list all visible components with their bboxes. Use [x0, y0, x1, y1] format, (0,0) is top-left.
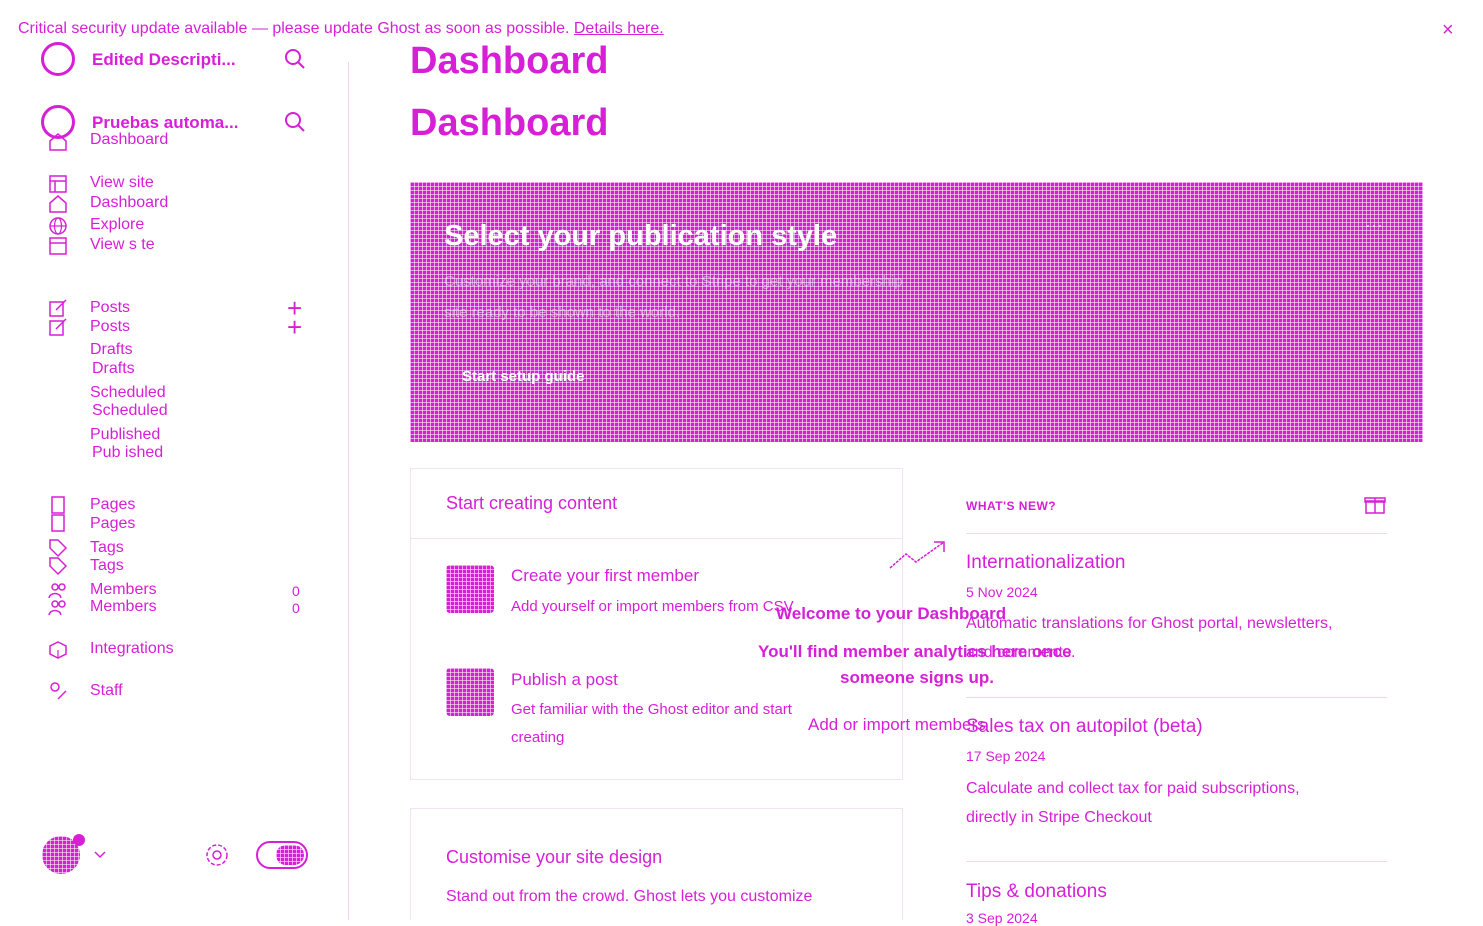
hero-title: Select your publication style: [444, 220, 838, 252]
staff-icon: [50, 682, 67, 700]
sidebar-item-posts[interactable]: Posts: [90, 299, 130, 317]
gift-icon[interactable]: [1363, 492, 1387, 516]
home-icon: [49, 195, 67, 213]
row-description-line: Get familiar with the Ghost editor and s…: [511, 701, 792, 718]
site-title[interactable]: Edited Descripti...: [92, 50, 236, 70]
more-options-icon[interactable]: ···: [1365, 215, 1383, 236]
sidebar-item-pages[interactable]: Pages: [90, 515, 135, 533]
sidebar-item-tags[interactable]: Tags: [90, 557, 124, 575]
whats-new-title[interactable]: Internationalization: [966, 552, 1126, 574]
sidebar-item-posts[interactable]: Posts: [90, 318, 130, 336]
notification-dot: [73, 834, 85, 846]
card-title: Customise your site design: [446, 847, 663, 867]
whats-new-description-line: and comments.: [966, 644, 1076, 661]
page-title: Dashboard: [410, 40, 609, 82]
whats-new-description: Automatic translations for Ghost portal,…: [966, 609, 1387, 667]
start-setup-guide-button[interactable]: Start setup guide: [444, 360, 603, 393]
row-description-line: creating: [511, 729, 565, 746]
whats-new-date: 5 Nov 2024: [966, 584, 1038, 600]
sidebar-item-tags[interactable]: Tags: [90, 539, 124, 557]
card-description: Stand out from the crowd. Ghost lets you…: [446, 888, 813, 905]
post-icon: [446, 668, 494, 716]
edit-icon: [49, 318, 67, 336]
sidebar-item-dashboard[interactable]: Dashboard: [90, 194, 168, 212]
home-icon: [49, 133, 67, 151]
whats-new-description-line: directly in Stripe Checkout: [966, 809, 1152, 826]
whats-new-description-line: Calculate and collect tax for paid subsc…: [966, 780, 1300, 797]
banner-text: Critical security update available — ple…: [18, 20, 570, 37]
dark-mode-toggle[interactable]: [256, 841, 308, 869]
whats-new-description: Calculate and collect tax for paid subsc…: [966, 774, 1387, 832]
import-members-link[interactable]: Add or import members: [808, 715, 986, 735]
tag-icon: [49, 539, 68, 558]
whats-new-title[interactable]: Tips & donations: [966, 881, 1107, 903]
sidebar-item-staff[interactable]: Staff: [90, 682, 123, 700]
sidebar-item-drafts[interactable]: Drafts: [92, 360, 135, 378]
sidebar-item-scheduled[interactable]: Scheduled: [92, 402, 168, 420]
divider: [966, 697, 1387, 698]
site-title[interactable]: Pruebas automa...: [92, 113, 238, 133]
chevron-down-icon[interactable]: [93, 850, 107, 860]
sidebar-item-drafts[interactable]: Drafts: [90, 341, 133, 359]
whats-new-title[interactable]: Sales tax on autopilot (beta): [966, 716, 1203, 738]
sidebar-item-scheduled[interactable]: Scheduled: [90, 384, 166, 402]
sidebar-item-members[interactable]: Members: [90, 598, 157, 616]
members-icon: [48, 600, 66, 616]
browser-icon: [49, 237, 67, 255]
analytics-description: someone signs up.: [840, 668, 994, 687]
members-count: 0: [292, 600, 300, 616]
divider: [966, 861, 1387, 862]
whats-new-date: 17 Sep 2024: [966, 748, 1046, 764]
create-member-link[interactable]: Create your first member: [511, 566, 699, 586]
page-icon: [51, 514, 65, 532]
edit-icon: [49, 299, 67, 317]
whats-new-heading: WHAT'S NEW?: [966, 499, 1057, 513]
publish-post-link[interactable]: Publish a post: [511, 670, 618, 690]
sidebar-item-published[interactable]: Published: [90, 426, 160, 444]
whats-new-date: 3 Sep 2024: [966, 910, 1038, 926]
sidebar-item-published[interactable]: Pub ished: [92, 444, 163, 462]
member-icon: [446, 565, 494, 613]
add-post-icon[interactable]: +: [287, 314, 302, 340]
search-icon[interactable]: [284, 48, 306, 70]
row-description: Get familiar with the Ghost editor and s…: [511, 696, 841, 752]
page-icon: [51, 496, 65, 514]
sidebar-item-view-site[interactable]: View s te: [90, 236, 155, 254]
toggle-knob: [276, 845, 304, 865]
site-icon[interactable]: [41, 42, 75, 76]
sidebar-item-view-site[interactable]: View site: [90, 174, 154, 192]
whats-new-description-line: Automatic translations for Ghost portal,…: [966, 615, 1333, 632]
hero-description-line: site ready to be shown to the world.: [444, 304, 680, 321]
browser-icon: [49, 175, 67, 193]
sidebar-item-integrations[interactable]: Integrations: [90, 640, 174, 658]
page-title: Dashboard: [410, 102, 609, 144]
hero-description: Customize your brand, and connect to Str…: [444, 266, 1044, 328]
divider: [410, 538, 903, 539]
sidebar-item-members[interactable]: Members: [90, 581, 157, 599]
gear-icon[interactable]: [204, 842, 230, 868]
search-icon[interactable]: [284, 111, 306, 133]
members-count: 0: [292, 583, 300, 599]
hero-description-line: Customize your brand, and connect to Str…: [444, 273, 903, 290]
tag-icon: [49, 557, 68, 576]
security-banner: Critical security update available — ple…: [18, 20, 664, 38]
trend-chart-icon: [889, 541, 945, 569]
sidebar-item-explore[interactable]: Explore: [90, 216, 144, 234]
row-description: Add yourself or import members from CSV: [511, 598, 794, 615]
globe-icon: [1165, 555, 1183, 573]
sidebar-item-pages[interactable]: Pages: [90, 496, 135, 514]
sidebar-item-dashboard[interactable]: Dashboard: [90, 131, 168, 149]
sidebar-divider: [348, 62, 349, 920]
divider: [966, 533, 1387, 534]
banner-details-link[interactable]: Details here.: [574, 20, 664, 37]
globe-icon: [49, 217, 67, 235]
close-icon[interactable]: ×: [1442, 20, 1454, 40]
card-title: Start creating content: [446, 493, 618, 513]
integrations-icon: [49, 641, 67, 659]
